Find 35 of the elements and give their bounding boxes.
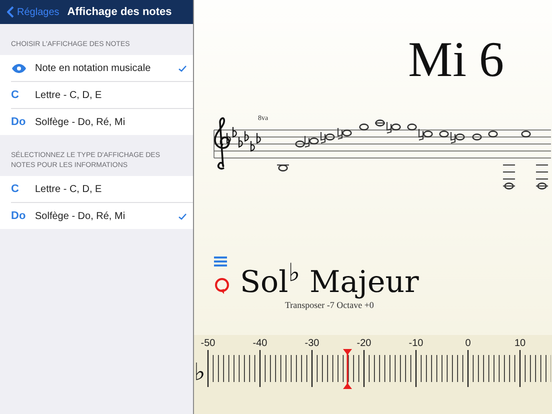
- eye-icon: [12, 64, 26, 72]
- option-glyph: C: [11, 183, 20, 195]
- scale-label: 10: [514, 338, 526, 349]
- scale-label: 0: [465, 338, 471, 349]
- menu-button[interactable]: [214, 256, 230, 267]
- option-row[interactable]: Do Solfège - Do, Ré, Mi: [11, 109, 193, 135]
- option-label: Solfège - Do, Ré, Mi: [35, 210, 126, 222]
- scale-label: -40: [252, 338, 268, 349]
- note-name: Mi 6: [408, 33, 504, 85]
- option-row[interactable]: Do Solfège - Do, Ré, Mi: [11, 203, 193, 229]
- option-label: Lettre - C, D, E: [35, 90, 103, 100]
- option-glyph: Do: [11, 210, 27, 222]
- scale-label: -50: [200, 338, 216, 349]
- checkmark-icon: [178, 212, 187, 220]
- back-button[interactable]: Réglages: [7, 6, 60, 18]
- option-glyph: Do: [11, 116, 27, 128]
- scale-label: -10: [408, 338, 424, 349]
- menu-icon: [214, 256, 227, 267]
- option-row[interactable]: Note en notation musicale: [11, 55, 193, 82]
- option-label: Lettre - C, D, E: [35, 184, 103, 194]
- option-label: Note en notation musicale: [35, 62, 152, 74]
- chevron-left-icon: [7, 6, 14, 18]
- option-row[interactable]: C Lettre - C, D, E: [11, 176, 193, 203]
- option-glyph: C: [11, 89, 20, 101]
- nav-title: Affichage des notes: [67, 6, 172, 18]
- reset-button[interactable]: [214, 277, 230, 295]
- refresh-icon: [214, 277, 230, 295]
- option-row[interactable]: C Lettre - C, D, E: [11, 82, 193, 109]
- scale-label: -30: [304, 338, 320, 349]
- checkmark-icon: [178, 64, 187, 72]
- option-label: Solfège - Do, Ré, Mi: [35, 116, 126, 128]
- key-name: Sol$^{♭}$ Majeur: [240, 257, 419, 300]
- transpose-info: Transposer -7 Octave +0: [284, 300, 374, 310]
- flat-sign: ♭: [194, 358, 206, 386]
- scale-label: -20: [356, 338, 372, 349]
